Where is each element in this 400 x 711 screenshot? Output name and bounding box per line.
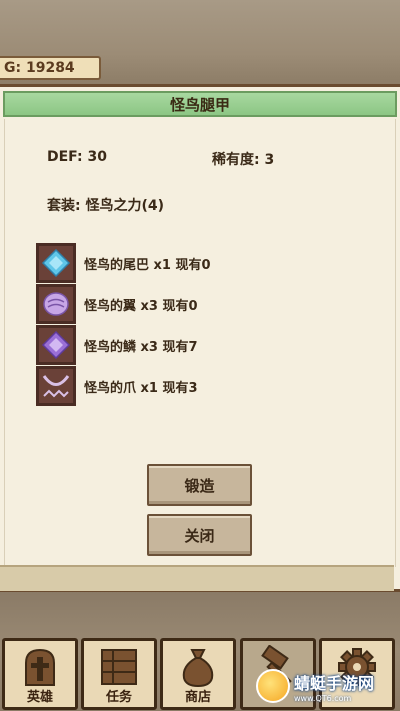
close-button[interactable]: 关闭 bbox=[147, 514, 252, 556]
nav-label: 任务 bbox=[105, 690, 132, 705]
claw-icon bbox=[36, 366, 76, 406]
nav-label: 商店 bbox=[184, 690, 211, 705]
material-row: 怪鸟的鳞 x3 现有7 bbox=[36, 325, 198, 365]
nav-label: 英雄 bbox=[26, 690, 53, 705]
set-bonus: 套装: 怪鸟之力(4) bbox=[47, 198, 165, 214]
helmet-icon bbox=[5, 645, 75, 689]
material-row: 怪鸟的尾巴 x1 现有0 bbox=[36, 243, 211, 283]
nav-shop[interactable]: 商店 bbox=[160, 638, 236, 710]
def-stat: DEF: 30 bbox=[47, 149, 107, 165]
material-row: 怪鸟的爪 x1 现有3 bbox=[36, 366, 198, 406]
watermark-text: 蜻蜓手游网 bbox=[294, 673, 375, 693]
forge-button[interactable]: 锻造 bbox=[147, 464, 252, 506]
watermark: 蜻蜓手游网 www.QT6.com bbox=[256, 668, 400, 704]
watermark-logo bbox=[256, 669, 290, 703]
forge-dialog: 怪鸟腿甲 DEF: 30 稀有度: 3 套装: 怪鸟之力(4) 怪鸟的尾巴 x1… bbox=[0, 84, 400, 592]
purple-wing-icon bbox=[36, 284, 76, 324]
dialog-footer bbox=[0, 565, 394, 591]
rarity-stat: 稀有度: 3 bbox=[212, 152, 275, 168]
money-bag-icon bbox=[163, 645, 233, 689]
blue-crystal-icon bbox=[36, 243, 76, 283]
quest-board-icon bbox=[84, 645, 154, 689]
watermark-url: www.QT6.com bbox=[294, 693, 352, 703]
purple-crystal-icon bbox=[36, 325, 76, 365]
material-text: 怪鸟的爪 x1 现有3 bbox=[84, 380, 198, 396]
material-row: 怪鸟的翼 x3 现有0 bbox=[36, 284, 198, 324]
dialog-title: 怪鸟腿甲 bbox=[3, 91, 397, 117]
nav-heroes[interactable]: 英雄 bbox=[2, 638, 78, 710]
gold-counter: G: 19284 bbox=[0, 56, 101, 80]
material-text: 怪鸟的翼 x3 现有0 bbox=[84, 298, 198, 314]
material-text: 怪鸟的鳞 x3 现有7 bbox=[84, 339, 198, 355]
nav-quests[interactable]: 任务 bbox=[81, 638, 157, 710]
material-text: 怪鸟的尾巴 x1 现有0 bbox=[84, 257, 211, 273]
